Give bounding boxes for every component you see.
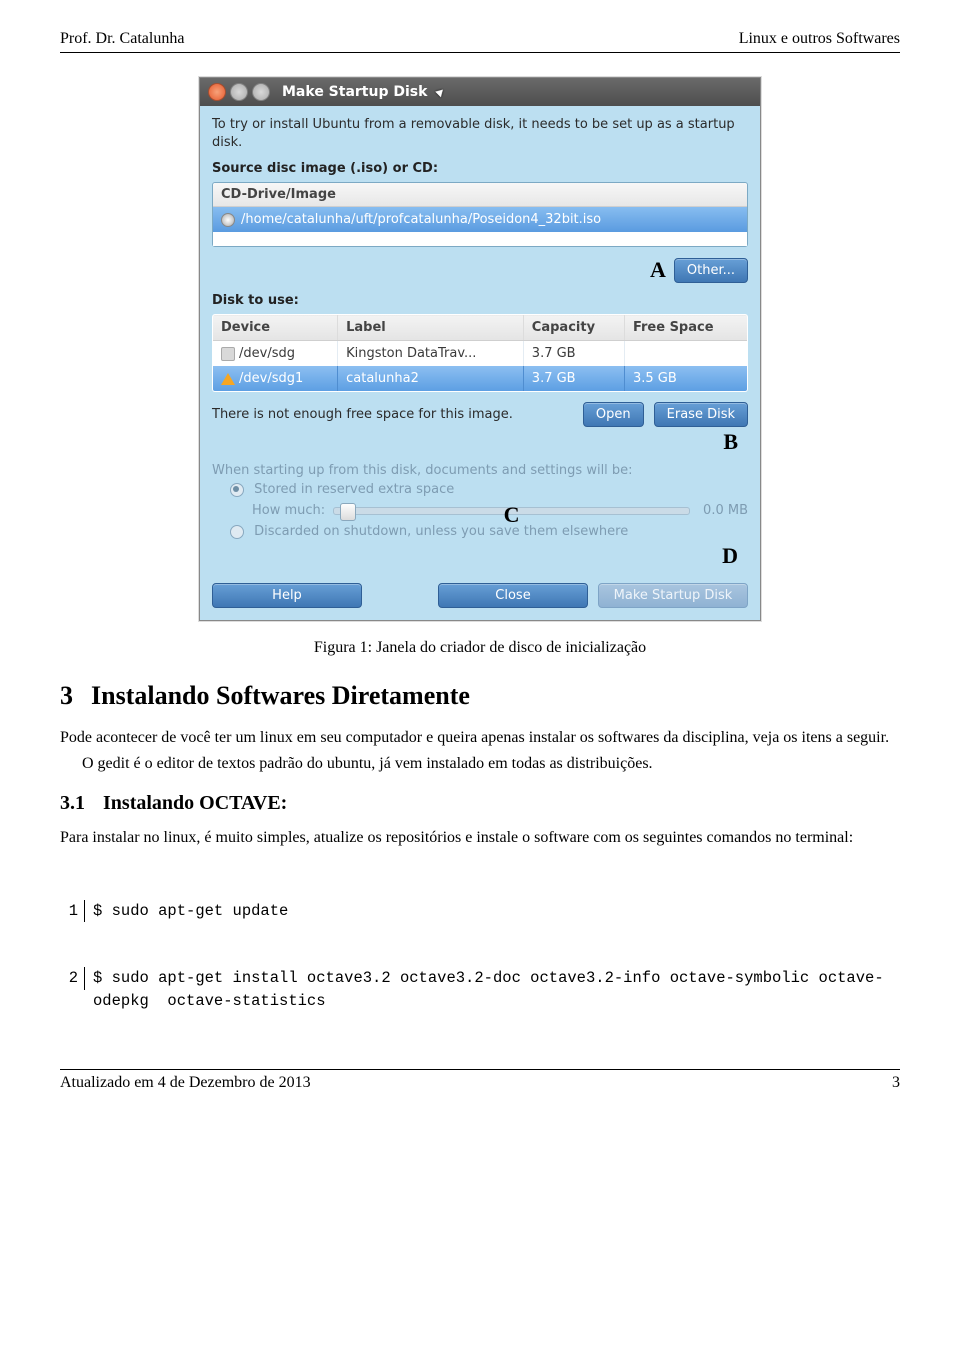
radio-icon (230, 483, 244, 497)
cd-icon (221, 213, 235, 227)
radio-discard-label: Discarded on shutdown, unless you save t… (254, 524, 628, 539)
radio-stored-label: Stored in reserved extra space (254, 482, 454, 497)
lineno: 1 (60, 900, 85, 922)
col-label[interactable]: Label (338, 315, 524, 341)
section-3-p2: O gedit é o editor de textos padrão do u… (60, 753, 900, 775)
status-message: There is not enough free space for this … (212, 407, 573, 422)
screenshot-make-startup-disk: Make Startup Disk To try or install Ubun… (199, 77, 761, 621)
footer-left: Atualizado em 4 de Dezembro de 2013 (60, 1074, 311, 1092)
minimize-icon[interactable] (230, 83, 248, 101)
section-3-1-p1: Para instalar no linux, é muito simples,… (60, 827, 900, 849)
iso-selected-row[interactable]: /home/catalunha/uft/profcatalunha/Poseid… (213, 207, 747, 232)
cell-free: 3.5 GB (624, 366, 747, 392)
annotation-d: D (722, 543, 738, 568)
section-3-title: Instalando Softwares Diretamente (91, 681, 470, 710)
figure-caption: Figura 1: Janela do criador de disco de … (60, 639, 900, 657)
section-3-heading: 3 Instalando Softwares Diretamente (60, 681, 900, 711)
code-line: 1 $ sudo apt-get update (60, 900, 900, 922)
col-device[interactable]: Device (213, 315, 338, 341)
section-3-1-heading: 3.1 Instalando OCTAVE: (60, 792, 900, 815)
howmuch-slider: How much: C 0.0 MB (252, 503, 748, 518)
iso-list-header: CD-Drive/Image (213, 183, 747, 207)
maximize-icon[interactable] (252, 83, 270, 101)
other-button[interactable]: Other... (674, 258, 748, 283)
cell-capacity: 3.7 GB (523, 366, 624, 392)
header-left: Prof. Dr. Catalunha (60, 30, 184, 48)
cell-free (624, 341, 747, 367)
table-row[interactable]: /dev/sdg Kingston DataTrav... 3.7 GB (213, 341, 748, 367)
annotation-b: B (723, 429, 738, 454)
section-3-number: 3 (60, 681, 73, 710)
device-table[interactable]: Device Label Capacity Free Space /dev/sd… (212, 314, 748, 392)
iso-listbox[interactable]: CD-Drive/Image /home/catalunha/uft/profc… (212, 182, 748, 247)
erase-disk-button[interactable]: Erase Disk (654, 402, 748, 427)
radio-stored: Stored in reserved extra space (230, 482, 748, 497)
window-titlebar[interactable]: Make Startup Disk (200, 78, 760, 106)
slider-track[interactable]: C (333, 507, 690, 515)
make-startup-disk-button: Make Startup Disk (598, 583, 748, 608)
cell-device: /dev/sdg1 (239, 371, 303, 386)
header-right: Linux e outros Softwares (739, 30, 900, 48)
code-text: $ sudo apt-get install octave3.2 octave3… (93, 967, 900, 1012)
header-rule (60, 52, 900, 53)
col-capacity[interactable]: Capacity (523, 315, 624, 341)
help-button[interactable]: Help (212, 583, 362, 608)
col-free[interactable]: Free Space (624, 315, 747, 341)
iso-blank-row (213, 232, 747, 246)
close-icon[interactable] (208, 83, 226, 101)
warning-icon (221, 373, 235, 385)
cell-label: catalunha2 (338, 366, 524, 392)
persistence-intro: When starting up from this disk, documen… (212, 463, 748, 478)
open-button[interactable]: Open (583, 402, 644, 427)
code-text: $ sudo apt-get update (93, 900, 900, 922)
cell-device: /dev/sdg (239, 346, 295, 361)
slider-value: 0.0 MB (698, 503, 748, 518)
iso-path: /home/catalunha/uft/profcatalunha/Poseid… (241, 212, 601, 227)
source-label: Source disc image (.iso) or CD: (212, 161, 748, 176)
cursor-icon (436, 87, 447, 98)
close-button[interactable]: Close (438, 583, 588, 608)
cell-capacity: 3.7 GB (523, 341, 624, 367)
lineno: 2 (60, 967, 85, 989)
slider-thumb[interactable] (340, 503, 356, 521)
radio-discard: Discarded on shutdown, unless you save t… (230, 524, 748, 539)
intro-text: To try or install Ubuntu from a removabl… (212, 116, 748, 151)
footer-rule (60, 1069, 900, 1070)
section-3-1-title: Instalando OCTAVE: (103, 792, 287, 814)
footer-right: 3 (892, 1074, 900, 1092)
disk-label: Disk to use: (212, 293, 748, 308)
figure-container: Make Startup Disk To try or install Ubun… (60, 77, 900, 621)
section-3-p1: Pode acontecer de você ter um linux em s… (60, 727, 900, 749)
disk-icon (221, 347, 235, 361)
annotation-a: A (650, 257, 666, 283)
radio-icon (230, 525, 244, 539)
window-title: Make Startup Disk (282, 84, 427, 100)
annotation-c: C (504, 502, 520, 528)
code-listing: 1 $ sudo apt-get update 2 $ sudo apt-get… (60, 855, 900, 1057)
table-row[interactable]: /dev/sdg1 catalunha2 3.7 GB 3.5 GB (213, 366, 748, 392)
section-3-1-number: 3.1 (60, 792, 85, 814)
howmuch-label: How much: (252, 503, 325, 518)
code-line: 2 $ sudo apt-get install octave3.2 octav… (60, 967, 900, 1012)
cell-label: Kingston DataTrav... (338, 341, 524, 367)
